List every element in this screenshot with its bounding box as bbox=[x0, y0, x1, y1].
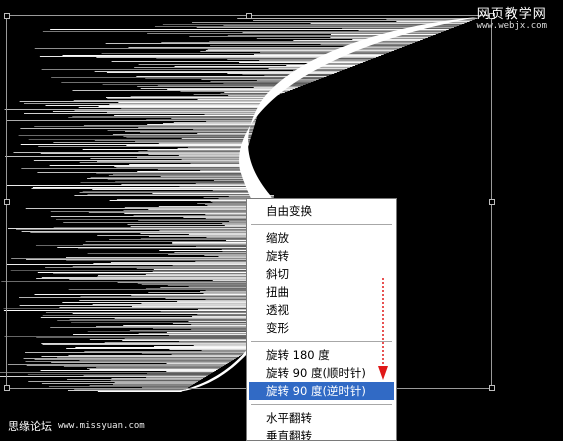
menu-separator bbox=[251, 404, 392, 405]
menu-item[interactable]: 垂直翻转 bbox=[247, 427, 396, 440]
menu-item[interactable]: 旋转 180 度 bbox=[247, 346, 396, 364]
menu-separator bbox=[251, 224, 392, 225]
handle-middle-right[interactable] bbox=[489, 199, 495, 205]
menu-separator bbox=[251, 341, 392, 342]
menu-item[interactable]: 水平翻转 bbox=[247, 409, 396, 427]
handle-top-left[interactable] bbox=[4, 13, 10, 19]
watermark-bottom-left: 思缘论坛 www.missyuan.com bbox=[8, 418, 145, 434]
watermark-site-name: 网页教学网 bbox=[476, 7, 547, 22]
menu-item[interactable]: 变形 bbox=[247, 319, 396, 337]
watermark-forum-url: www.missyuan.com bbox=[58, 421, 145, 431]
menu-item[interactable]: 旋转 90 度(顺时针) bbox=[247, 364, 396, 382]
watermark-top-right: 网页教学网 www.webjx.com bbox=[477, 8, 547, 31]
handle-bottom-right[interactable] bbox=[489, 385, 495, 391]
annotation-arrow-icon bbox=[378, 278, 388, 380]
menu-item[interactable]: 扭曲 bbox=[247, 283, 396, 301]
watermark-site-url: www.webjx.com bbox=[476, 20, 547, 31]
menu-item[interactable]: 斜切 bbox=[247, 265, 396, 283]
menu-item[interactable]: 缩放 bbox=[247, 229, 396, 247]
menu-item[interactable]: 透视 bbox=[247, 301, 396, 319]
handle-bottom-left[interactable] bbox=[4, 385, 10, 391]
handle-top-middle[interactable] bbox=[246, 13, 252, 19]
menu-item[interactable]: 自由变换 bbox=[247, 202, 396, 220]
menu-item[interactable]: 旋转 bbox=[247, 247, 396, 265]
watermark-forum-name: 思缘论坛 bbox=[8, 420, 52, 433]
menu-item[interactable]: 旋转 90 度(逆时针) bbox=[249, 382, 394, 400]
handle-middle-left[interactable] bbox=[4, 199, 10, 205]
transform-context-menu: 自由变换缩放 旋转 斜切 扭曲 透视 变形旋转 180 度旋转 90 度(顺时针) 旋转 9… bbox=[246, 198, 397, 441]
